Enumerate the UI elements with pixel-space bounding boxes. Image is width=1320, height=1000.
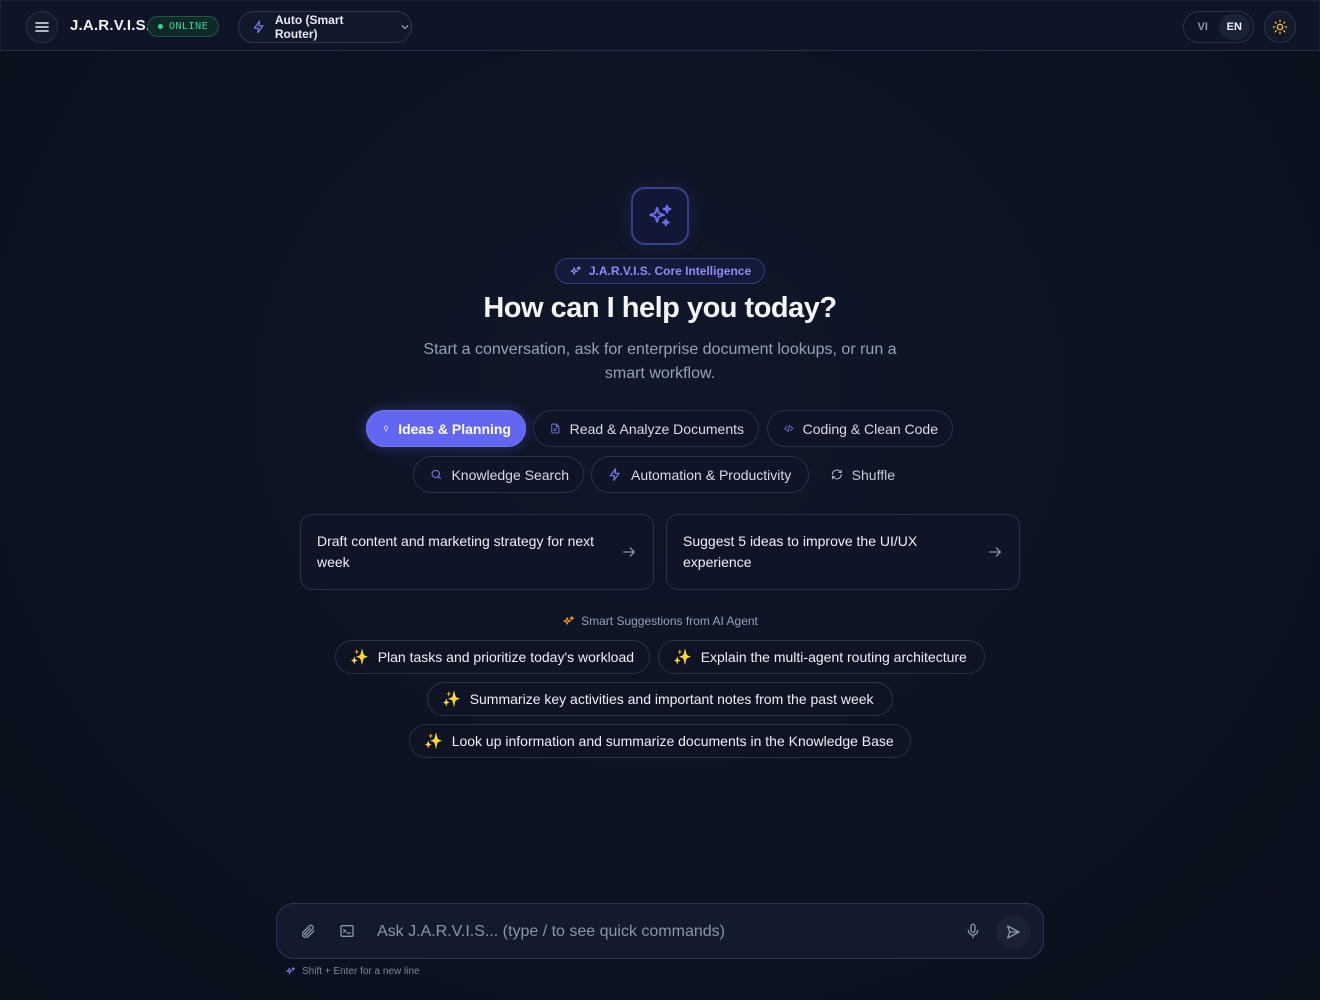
suggestion-chip[interactable]: ✨ Look up information and summarize docu… [409,724,911,758]
chat-input[interactable] [377,919,937,945]
theme-toggle-button[interactable] [1264,11,1296,43]
category-label: Coding & Clean Code [802,420,938,437]
category-automation-productivity[interactable]: Automation & Productivity [591,456,809,493]
sun-icon [1272,19,1288,35]
status-badge: ONLINE [147,16,220,37]
category-knowledge-search[interactable]: Knowledge Search [413,456,584,493]
hamburger-icon [35,22,49,32]
suggestion-text: Plan tasks and prioritize today's worklo… [377,649,635,665]
core-intelligence-badge: J.A.R.V.I.S. Core Intelligence [555,258,765,284]
category-read-analyze-documents[interactable]: Read & Analyze Documents [533,410,759,447]
language-option-vi[interactable]: VI [1187,14,1219,40]
category-coding-clean-code[interactable]: Coding & Clean Code [767,410,953,447]
language-option-en[interactable]: EN [1218,14,1250,40]
sparkle-emoji-icon: ✨ [424,733,443,750]
smart-suggestions-label: Smart Suggestions from AI Agent [581,614,758,628]
arrow-right-icon [623,547,636,557]
paperclip-icon[interactable] [300,922,316,940]
lightbulb-icon [384,425,389,432]
arrow-right-icon [989,547,1002,557]
sparkle-emoji-icon: ✨ [350,649,369,666]
sparkle-emoji-icon: ✨ [673,649,692,666]
sparkles-icon [649,204,672,227]
smart-suggestions-heading: Smart Suggestions from AI Agent [0,614,1320,628]
page-subtitle: Start a conversation, ask for enterprise… [423,341,897,382]
status-text: ONLINE [169,21,209,32]
lightning-icon [253,20,264,34]
terminal-icon[interactable] [339,922,355,940]
language-switcher: VI EN [1183,11,1254,43]
shuffle-button[interactable]: Shuffle [814,456,910,493]
suggestion-text: Explain the multi-agent routing architec… [700,649,967,665]
assistant-logo [631,187,689,245]
document-icon [551,423,560,434]
prompt-card[interactable]: Suggest 5 ideas to improve the UI/UX exp… [666,514,1020,590]
app-title: J.A.R.V.I.S. [70,17,151,34]
refresh-icon [831,469,842,480]
lightning-icon [609,468,620,481]
category-ideas-planning[interactable]: Ideas & Planning [366,410,526,447]
router-label: Auto (Smart Router) [274,13,344,41]
composer-hint: Shift + Enter for a new line [285,966,420,977]
sparkles-icon [563,615,575,625]
sparkles-icon [570,265,581,275]
chat-composer [276,903,1044,959]
prompt-card-text: Suggest 5 ideas to improve the UI/UX exp… [683,533,918,570]
suggestion-text: Summarize key activities and important n… [469,691,874,707]
suggestion-chip[interactable]: ✨ Plan tasks and prioritize today's work… [335,640,650,674]
menu-button[interactable] [26,11,58,43]
chevron-down-icon [401,25,409,30]
hint-text: Shift + Enter for a new line [302,966,420,977]
badge-text: J.A.R.V.I.S. Core Intelligence [588,264,752,278]
category-label: Knowledge Search [451,466,569,483]
category-label: Ideas & Planning [398,420,511,437]
suggestion-chip[interactable]: ✨ Explain the multi-agent routing archit… [658,640,985,674]
sparkle-emoji-icon: ✨ [442,691,461,708]
top-bar: J.A.R.V.I.S. ONLINE Auto (Smart Router) … [0,0,1320,51]
model-router-dropdown[interactable]: Auto (Smart Router) [238,11,412,43]
prompt-card-text: Draft content and marketing strategy for… [317,533,595,570]
category-label: Shuffle [851,466,895,483]
status-dot-icon [158,24,163,29]
send-button[interactable] [996,915,1030,949]
sparkles-icon [286,966,296,975]
microphone-icon[interactable] [965,922,981,940]
send-icon [1007,925,1020,939]
prompt-card[interactable]: Draft content and marketing strategy for… [300,514,654,590]
page-title: How can I help you today? [483,292,837,324]
suggestion-text: Look up information and summarize docume… [451,733,894,749]
category-label: Automation & Productivity [631,466,792,483]
search-icon [431,469,441,480]
suggestion-chip[interactable]: ✨ Summarize key activities and important… [427,682,893,716]
category-label: Read & Analyze Documents [569,420,744,437]
code-icon [784,424,794,433]
